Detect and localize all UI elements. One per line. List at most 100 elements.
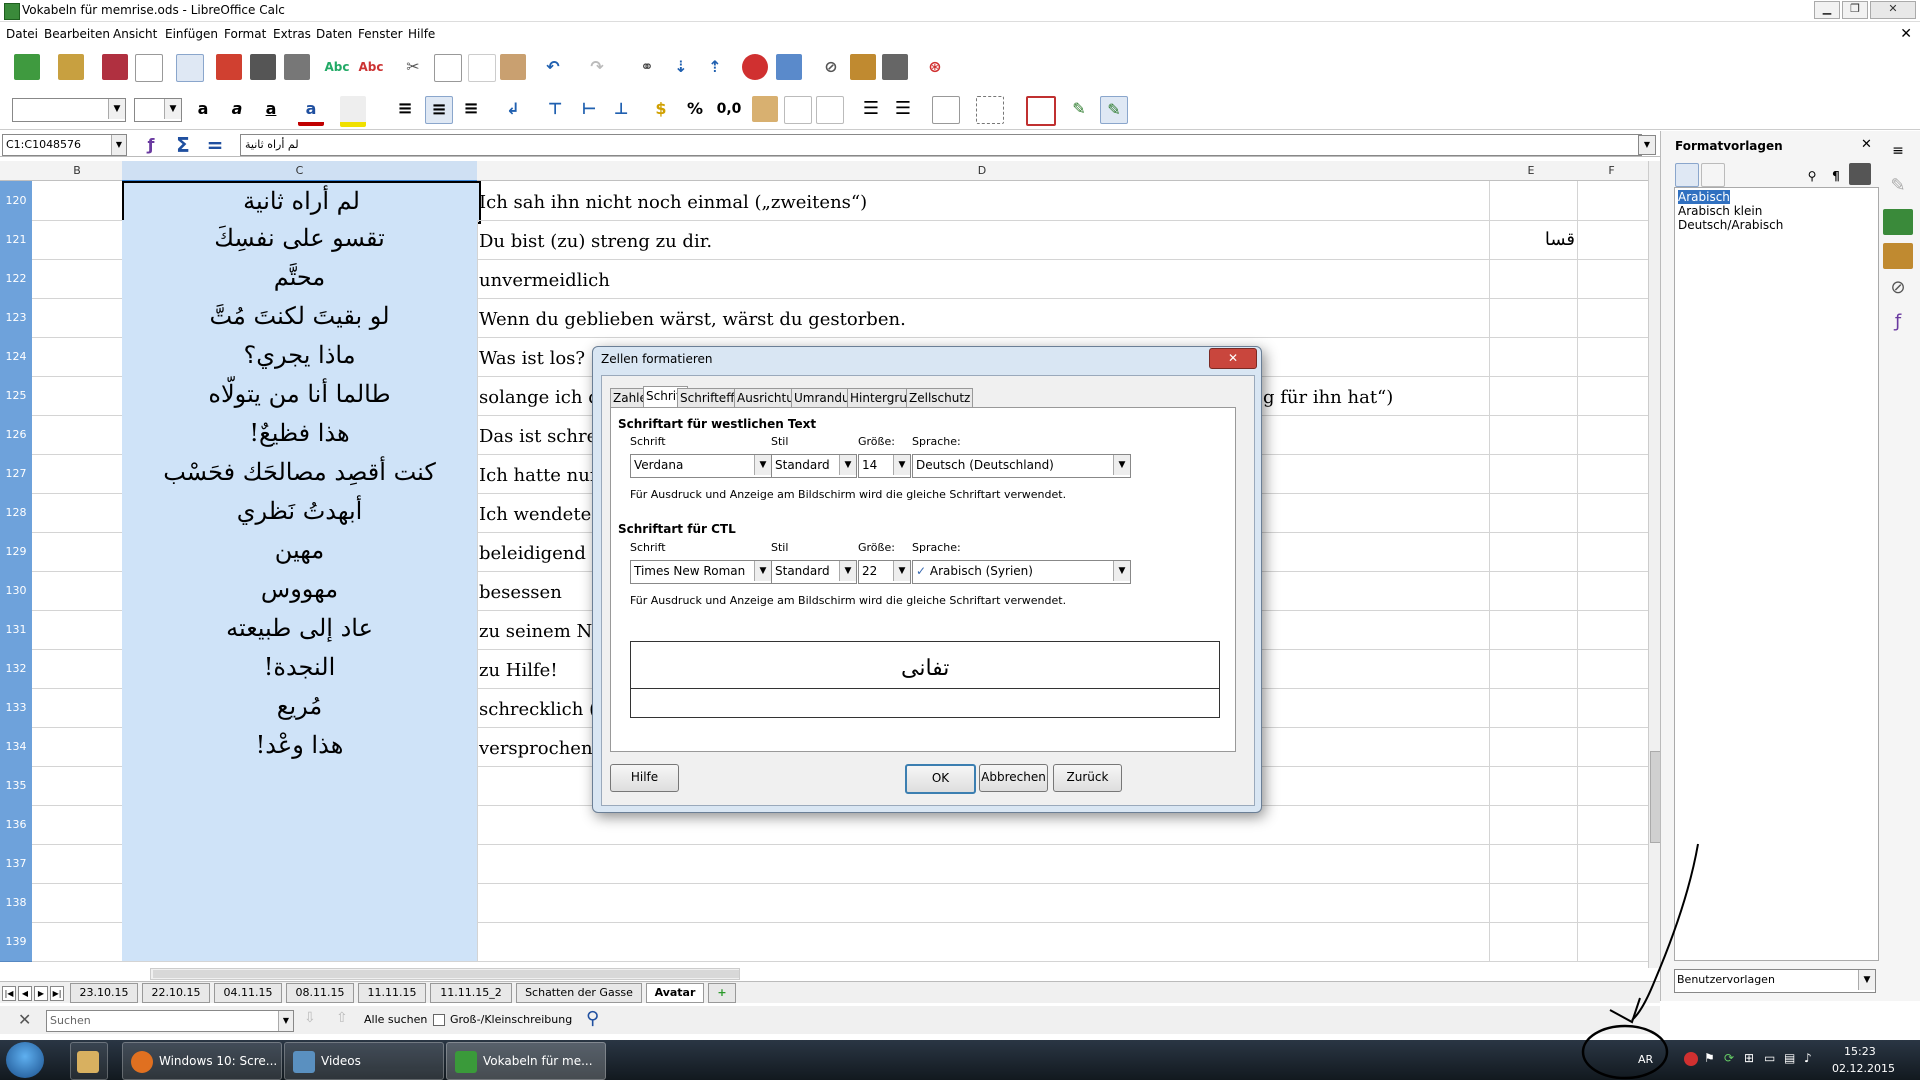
volume-icon[interactable]: ♪ xyxy=(1804,1051,1812,1065)
cell-b[interactable] xyxy=(32,883,123,923)
horizontal-scrollbar[interactable] xyxy=(150,968,740,980)
cell-f[interactable] xyxy=(1575,220,1648,260)
clock-time[interactable]: 15:23 xyxy=(1844,1045,1876,1058)
next-sheet-button[interactable]: ▶ xyxy=(34,986,48,1001)
cell-b[interactable] xyxy=(32,688,123,728)
help-button[interactable]: Hilfe xyxy=(610,764,679,792)
cell-b[interactable] xyxy=(32,493,123,533)
clone-format-icon[interactable] xyxy=(500,54,526,80)
bold-icon[interactable]: a xyxy=(190,96,216,122)
row-header[interactable]: 133 xyxy=(0,688,32,728)
row-header[interactable]: 122 xyxy=(0,259,32,299)
align-middle-icon[interactable]: ⊢ xyxy=(576,96,602,122)
sheet-tab[interactable]: Schatten der Gasse xyxy=(516,983,642,1003)
name-box[interactable]: C1:C1048576 ▼ xyxy=(2,134,127,156)
cell-b[interactable] xyxy=(32,298,123,338)
menu-format[interactable]: Format xyxy=(224,27,266,41)
cell-d[interactable]: Ich sah ihn nicht noch einmal („zweitens… xyxy=(477,181,1490,221)
sheet-tab[interactable]: 04.11.15 xyxy=(214,983,282,1003)
cell-c[interactable]: لو بقيتَ لكنتَ مُتَّ xyxy=(122,298,478,338)
row-header[interactable]: 132 xyxy=(0,649,32,689)
delete-decimal-icon[interactable] xyxy=(816,96,844,124)
row-header[interactable]: 139 xyxy=(0,922,32,962)
western-style-combo[interactable]: Standard ▼ xyxy=(771,454,857,478)
cell-b[interactable] xyxy=(32,844,123,884)
cell-b[interactable] xyxy=(32,727,123,767)
row-header[interactable]: 135 xyxy=(0,766,32,806)
cell-e[interactable] xyxy=(1487,571,1578,611)
open-folder-icon[interactable] xyxy=(58,54,84,80)
cell-e[interactable] xyxy=(1487,532,1578,572)
cell-c[interactable]: النجدة! xyxy=(122,649,478,689)
taskbar-item-videos[interactable]: Videos xyxy=(284,1042,444,1080)
cell-c[interactable] xyxy=(122,922,478,962)
cell-f[interactable] xyxy=(1575,454,1648,494)
row-header[interactable]: 137 xyxy=(0,844,32,884)
cell-e[interactable] xyxy=(1487,415,1578,455)
cell-f[interactable] xyxy=(1575,493,1648,533)
print-preview-icon[interactable] xyxy=(284,54,310,80)
start-button-icon[interactable] xyxy=(6,1042,44,1078)
add-sheet-button[interactable]: + xyxy=(708,983,736,1003)
cell-e[interactable]: قسا xyxy=(1487,220,1578,260)
currency-icon[interactable]: $ xyxy=(648,96,674,122)
new-document-icon[interactable] xyxy=(14,54,40,80)
cell-e[interactable] xyxy=(1487,454,1578,494)
cell-d[interactable]: Du bist (zu) streng zu dir. xyxy=(477,220,1490,260)
menu-bearbeiten[interactable]: Bearbeiten xyxy=(44,27,110,41)
column-header-b[interactable]: B xyxy=(32,161,123,181)
gallery-icon[interactable] xyxy=(882,54,908,80)
expand-formula-icon[interactable]: ▼ xyxy=(1638,135,1656,155)
ctl-size-combo[interactable]: 22 ▼ xyxy=(858,560,911,584)
help-icon[interactable]: ⊛ xyxy=(922,54,948,80)
column-header-d[interactable]: D xyxy=(477,161,1488,181)
cell-f[interactable] xyxy=(1575,298,1648,338)
align-right-icon[interactable]: ≡ xyxy=(458,96,484,122)
row-header[interactable]: 121 xyxy=(0,220,32,260)
cell-d[interactable] xyxy=(477,922,1490,962)
cell-b[interactable] xyxy=(32,337,123,377)
row-header[interactable]: 136 xyxy=(0,805,32,845)
cell-f[interactable] xyxy=(1575,805,1648,845)
cell-b[interactable] xyxy=(32,454,123,494)
clock-date[interactable]: 02.12.2015 xyxy=(1832,1062,1895,1075)
align-left-icon[interactable]: ≡ xyxy=(392,96,418,122)
style-list[interactable]: Arabisch Arabisch klein Deutsch/Arabisch xyxy=(1674,187,1879,961)
cell-f[interactable] xyxy=(1575,376,1648,416)
cell-styles-icon[interactable] xyxy=(1675,163,1699,187)
cell-e[interactable] xyxy=(1487,493,1578,533)
spellcheck-icon[interactable]: Abc xyxy=(324,54,350,80)
navigator-icon[interactable] xyxy=(850,54,876,80)
align-center-icon[interactable]: ≡ xyxy=(425,96,453,124)
select-all-corner[interactable] xyxy=(0,161,33,181)
edit-mode-icon[interactable] xyxy=(176,54,204,82)
fill-format-icon[interactable]: ⚲ xyxy=(1801,163,1823,185)
cell-c[interactable]: مهووس xyxy=(122,571,478,611)
row-header[interactable]: 130 xyxy=(0,571,32,611)
close-find-bar-icon[interactable]: ✕ xyxy=(18,1010,31,1029)
cell-e[interactable] xyxy=(1487,883,1578,923)
insert-chart-icon[interactable] xyxy=(742,54,768,80)
prev-sheet-button[interactable]: ◀ xyxy=(18,986,32,1001)
sort-ascending-icon[interactable]: ⇣ xyxy=(668,54,694,80)
font-size-combo[interactable]: ▼ xyxy=(134,98,182,122)
sheet-tab-active[interactable]: Avatar xyxy=(646,983,704,1003)
find-all-button[interactable]: Alle suchen xyxy=(364,1013,427,1026)
increase-indent-icon[interactable]: ☰ xyxy=(858,96,884,122)
undo-icon[interactable]: ↶ xyxy=(540,54,566,80)
cell-b[interactable] xyxy=(32,571,123,611)
cell-e[interactable] xyxy=(1487,298,1578,338)
cell-b[interactable] xyxy=(32,766,123,806)
sort-descending-icon[interactable]: ⇡ xyxy=(702,54,728,80)
row-header[interactable]: 123 xyxy=(0,298,32,338)
underline-icon[interactable]: a xyxy=(258,96,284,122)
borders-icon[interactable] xyxy=(932,96,960,124)
menu-ansicht[interactable]: Ansicht xyxy=(113,27,157,41)
column-header-f[interactable]: F xyxy=(1575,161,1648,181)
western-language-combo[interactable]: Deutsch (Deutschland) ▼ xyxy=(912,454,1131,478)
row-header[interactable]: 131 xyxy=(0,610,32,650)
cell-b[interactable] xyxy=(32,259,123,299)
cell-c[interactable]: طالما أنا من يتولّاه xyxy=(122,376,478,416)
battery-icon[interactable]: ▭ xyxy=(1764,1051,1775,1065)
cell-b[interactable] xyxy=(32,922,123,962)
